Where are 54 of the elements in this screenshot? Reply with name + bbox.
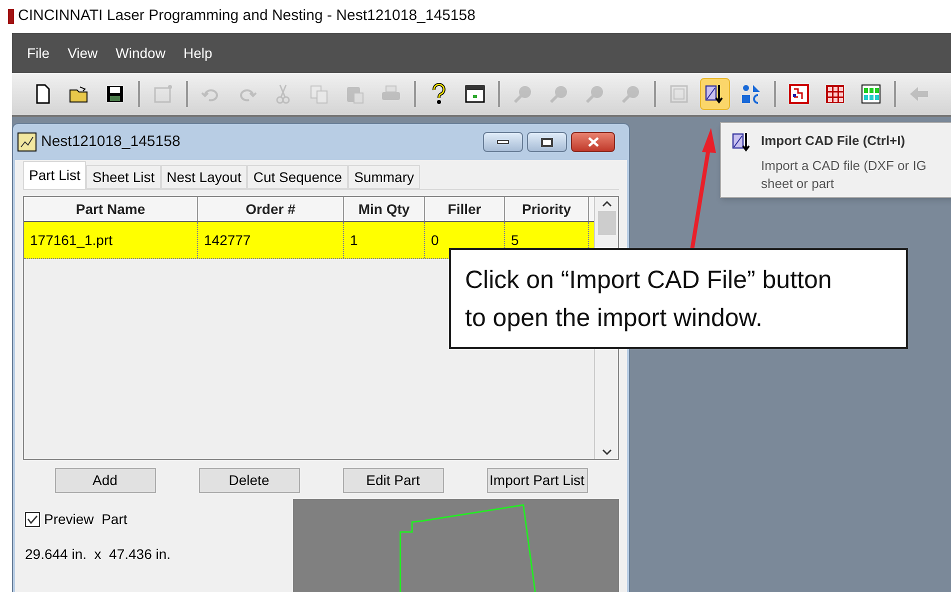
tab[interactable]: Nest Layout [160,165,248,189]
magnifier-icon [620,83,642,105]
nest-layout-icon [788,83,810,105]
tab[interactable]: Sheet List [86,165,161,189]
part-dimensions: 29.644 in. x 47.436 in. [25,545,172,564]
action-button[interactable]: Add [54,468,156,493]
tooltip-text: Import a CAD file (DXF or IG sheet or part [761,156,926,192]
tooltip-title: Import CAD File (Ctrl+I) [761,132,906,150]
action-button[interactable]: Import Part List [486,468,588,493]
table-cell: 1 [344,222,425,258]
shapes-icon [740,83,762,105]
child-window-title: Nest121018_145158 [41,132,182,152]
column-header[interactable]: Min Qty [344,197,425,221]
table-cell: 177161_1.prt [24,222,198,258]
magnifier-icon [548,83,570,105]
scroll-down-icon [602,449,612,456]
checkbox-label: Preview Part [44,510,128,529]
table-row[interactable]: 177161_1.prt 142777 1 0 5 [24,222,594,259]
action-button[interactable]: Edit Part [342,468,444,493]
menu-item[interactable]: Window [108,42,172,64]
close-button[interactable] [571,132,615,152]
check-icon [27,515,38,524]
menu-item[interactable]: File [20,42,57,64]
frame-icon [668,83,690,105]
magnifier-icon [584,83,606,105]
scroll-thumb[interactable] [598,211,616,235]
toolbar-button[interactable] [700,78,730,110]
maximize-icon [541,138,553,146]
menu-item[interactable]: Help [176,42,220,64]
grid-nest-icon [860,83,882,105]
menu-item[interactable]: View [60,42,105,64]
column-header[interactable]: Order # [198,197,344,221]
tab[interactable]: Cut Sequence [247,165,348,189]
close-icon [588,137,598,147]
app-logo-icon [8,9,14,24]
tab[interactable]: Part List [23,161,86,189]
tab[interactable]: Summary [348,165,420,189]
column-header[interactable]: Part Name [24,197,198,221]
maximize-button[interactable] [527,132,567,152]
scroll-up-icon [602,200,612,207]
magnifier-icon [512,83,534,105]
callout-text: Click on “Import CAD File” button to open the import window. [465,264,833,334]
window-title: CINCINNATI Laser Programming and Nesting - Nest121018_145158 [18,6,476,26]
minimize-button[interactable] [483,132,523,152]
nest-window-icon [17,132,37,152]
minimize-icon [497,140,509,144]
column-header[interactable]: Filler [425,197,505,221]
table-cell: 142777 [198,222,344,258]
copy-icon [308,83,330,105]
preview-checkbox[interactable] [25,512,40,527]
grid-nest-icon [824,83,846,105]
window-icon [464,83,486,105]
column-header[interactable]: Priority [505,197,589,221]
action-button[interactable]: Delete [198,468,300,493]
